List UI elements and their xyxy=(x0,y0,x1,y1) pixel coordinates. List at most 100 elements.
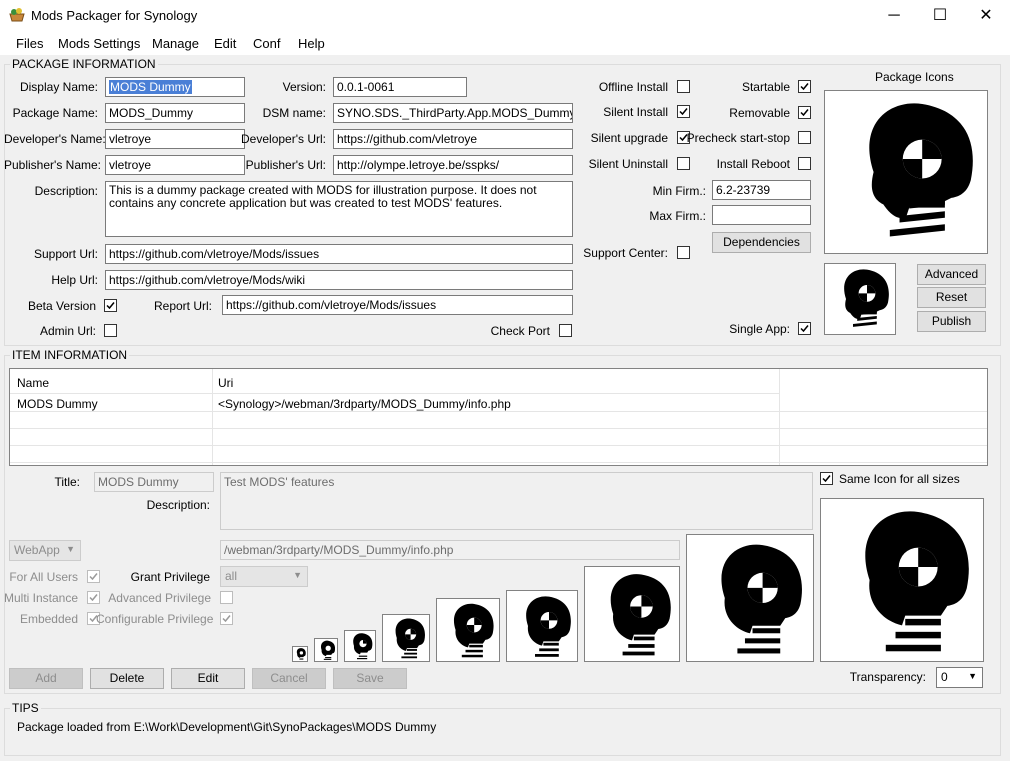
publisher-url-input[interactable]: http://olympe.letroye.be/sspks/ xyxy=(333,155,573,175)
save-button[interactable]: Save xyxy=(333,668,407,689)
menu-help[interactable]: Help xyxy=(298,36,325,51)
publisher-name-label: Publisher's Name: xyxy=(4,158,101,172)
report-url-input[interactable]: https://github.com/vletroye/Mods/issues xyxy=(222,295,573,315)
silent-upgrade-label: Silent upgrade xyxy=(590,131,668,145)
multi-instance-checkbox[interactable] xyxy=(87,591,100,604)
developer-name-input[interactable]: vletroye xyxy=(105,129,245,149)
item-icon-96[interactable] xyxy=(584,566,680,662)
delete-button[interactable]: Delete xyxy=(90,668,164,689)
version-input[interactable]: 0.0.1-0061 xyxy=(333,77,467,97)
support-url-input[interactable]: https://github.com/vletroye/Mods/issues xyxy=(105,244,573,264)
package-name-label: Package Name: xyxy=(12,106,98,120)
item-icon-72[interactable] xyxy=(506,590,578,662)
advanced-privilege-checkbox[interactable] xyxy=(220,591,233,604)
dsm-name-input[interactable]: SYNO.SDS._ThirdParty.App.MODS_Dummy xyxy=(333,103,573,123)
add-button[interactable]: Add xyxy=(9,668,83,689)
head-icon xyxy=(721,544,802,654)
beta-version-checkbox[interactable] xyxy=(104,299,117,312)
item-title-input[interactable]: MODS Dummy xyxy=(94,472,214,492)
menu-bar: Files Mods Settings Manage Edit Conf Hel… xyxy=(0,31,1010,55)
precheck-label: Precheck start-stop xyxy=(686,131,790,145)
item-icon-32[interactable] xyxy=(344,630,376,662)
head-icon xyxy=(321,640,336,660)
item-icon-16[interactable] xyxy=(292,646,308,662)
for-all-users-checkbox[interactable] xyxy=(87,570,100,583)
advanced-button[interactable]: Advanced xyxy=(917,264,986,285)
close-button[interactable]: ✕ xyxy=(963,0,1009,31)
developer-url-label: Developer's Url: xyxy=(241,132,326,146)
table-row[interactable]: MODS Dummy <Synology>/webman/3rdparty/MO… xyxy=(10,394,987,412)
chevron-down-icon: ▼ xyxy=(293,570,302,580)
check-port-label: Check Port xyxy=(490,324,550,338)
dsm-name-label: DSM name: xyxy=(262,106,326,120)
cancel-button[interactable]: Cancel xyxy=(252,668,326,689)
item-icon-48[interactable] xyxy=(382,614,430,662)
title-bar: Mods Packager for Synology ─ ☐ ✕ xyxy=(0,0,1010,31)
description-label: Description: xyxy=(34,184,98,198)
support-center-label: Support Center: xyxy=(583,246,668,260)
silent-uninstall-checkbox[interactable] xyxy=(677,157,690,170)
package-icon xyxy=(9,7,25,23)
menu-mods-settings[interactable]: Mods Settings xyxy=(58,36,140,51)
menu-conf[interactable]: Conf xyxy=(253,36,280,51)
check-port-checkbox[interactable] xyxy=(559,324,572,337)
dependencies-button[interactable]: Dependencies xyxy=(712,232,811,253)
grid-header-uri xyxy=(213,369,780,394)
item-icon-64[interactable] xyxy=(436,598,500,662)
description-textarea[interactable]: This is a dummy package created with MOD… xyxy=(105,181,573,237)
item-icon-128[interactable] xyxy=(686,534,814,662)
transparency-value: 0 xyxy=(941,670,948,684)
package-icon-small[interactable] xyxy=(824,263,896,335)
menu-manage[interactable]: Manage xyxy=(152,36,199,51)
head-icon xyxy=(453,603,494,658)
item-url-input[interactable]: /webman/3rdparty/MODS_Dummy/info.php xyxy=(220,540,680,560)
tips-label: TIPS xyxy=(10,701,41,715)
publish-button[interactable]: Publish xyxy=(917,311,986,332)
menu-files[interactable]: Files xyxy=(16,36,43,51)
same-icon-checkbox[interactable] xyxy=(820,472,833,485)
grid-col-divider xyxy=(779,394,780,465)
precheck-checkbox[interactable] xyxy=(798,131,811,144)
install-reboot-label: Install Reboot xyxy=(716,157,790,171)
silent-install-checkbox[interactable] xyxy=(677,105,690,118)
min-firm-input[interactable]: 6.2-23739 xyxy=(712,180,811,200)
startable-label: Startable xyxy=(741,80,790,94)
item-icon-256[interactable] xyxy=(820,498,984,662)
head-icon xyxy=(610,574,671,656)
help-url-input[interactable]: https://github.com/vletroye/Mods/wiki xyxy=(105,270,573,290)
maximize-button[interactable]: ☐ xyxy=(917,0,963,31)
removable-checkbox[interactable] xyxy=(798,106,811,119)
package-icons-label: Package Icons xyxy=(875,70,954,84)
publisher-name-input[interactable]: vletroye xyxy=(105,155,245,175)
package-name-input[interactable]: MODS_Dummy xyxy=(105,103,245,123)
admin-url-checkbox[interactable] xyxy=(104,324,117,337)
multi-instance-label: Multi Instance xyxy=(4,591,79,605)
configurable-privilege-checkbox[interactable] xyxy=(220,612,233,625)
max-firm-input[interactable] xyxy=(712,205,811,225)
item-icon-24[interactable] xyxy=(314,638,338,662)
single-app-checkbox[interactable] xyxy=(798,322,811,335)
offline-install-checkbox[interactable] xyxy=(677,80,690,93)
grid-empty-row xyxy=(10,429,987,446)
display-name-input[interactable]: MODS Dummy xyxy=(105,77,245,97)
head-icon xyxy=(869,103,973,237)
edit-button[interactable]: Edit xyxy=(171,668,245,689)
grant-privilege-select[interactable]: all ▼ xyxy=(220,566,308,587)
grid-header-uri-text: Uri xyxy=(218,376,234,390)
item-type-select[interactable]: WebApp ▼ xyxy=(9,540,81,561)
item-grid[interactable]: Name Uri MODS Dummy <Synology>/webman/3r… xyxy=(9,368,988,466)
item-description-textarea[interactable]: Test MODS' features xyxy=(220,472,813,530)
reset-button[interactable]: Reset xyxy=(917,287,986,308)
support-center-checkbox[interactable] xyxy=(677,246,690,259)
grid-empty-row xyxy=(10,412,987,429)
developer-url-input[interactable]: https://github.com/vletroye xyxy=(333,129,573,149)
transparency-select[interactable]: 0 ▼ xyxy=(936,667,983,688)
embedded-label: Embedded xyxy=(19,612,78,626)
startable-checkbox[interactable] xyxy=(798,80,811,93)
version-label: Version: xyxy=(282,80,326,94)
grant-privilege-value: all xyxy=(225,569,238,583)
minimize-button[interactable]: ─ xyxy=(871,0,917,31)
install-reboot-checkbox[interactable] xyxy=(798,157,811,170)
package-icon-large[interactable] xyxy=(824,90,988,254)
menu-edit[interactable]: Edit xyxy=(214,36,236,51)
